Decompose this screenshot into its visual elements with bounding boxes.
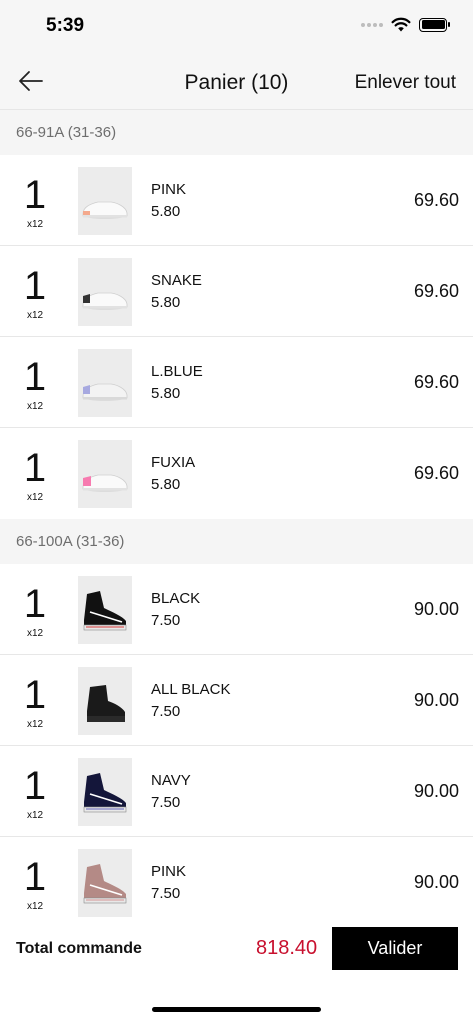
item-unit-price: 7.50 xyxy=(151,703,181,720)
item-total-price: 69.60 xyxy=(413,463,459,483)
item-quantity: 1 xyxy=(23,446,47,490)
cart-item[interactable]: 1 x12 PINK 5.80 69.60 xyxy=(0,155,473,246)
order-footer: Total commande 818.40 Valider xyxy=(0,918,473,1024)
item-unit-price: 7.50 xyxy=(151,794,181,811)
item-name: FUXIA xyxy=(151,454,196,471)
group-header: 66-91A (31-36) xyxy=(0,110,473,155)
battery-icon xyxy=(419,17,450,32)
item-quantity: 1 xyxy=(23,264,47,308)
clear-all-button[interactable]: Enlever tout xyxy=(355,72,456,94)
item-quantity: 1 xyxy=(23,673,47,717)
wifi-icon xyxy=(391,17,411,32)
item-total-price: 69.60 xyxy=(413,281,459,301)
item-total-price: 90.00 xyxy=(413,872,459,892)
product-image xyxy=(78,667,132,735)
cellular-signal-icon xyxy=(361,22,383,27)
item-pack-size: x12 xyxy=(26,810,44,821)
item-name: L.BLUE xyxy=(151,363,203,380)
cart-item[interactable]: 1 x12 ALL BLACK 7.50 90.00 xyxy=(0,655,473,746)
product-image xyxy=(78,440,132,508)
item-quantity: 1 xyxy=(23,355,47,399)
product-image xyxy=(78,167,132,235)
cart-list[interactable]: 66-91A (31-36) 1 x12 PINK 5.80 69.60 1 x… xyxy=(0,110,473,918)
item-pack-size: x12 xyxy=(26,310,44,321)
item-name: PINK xyxy=(151,181,187,198)
item-total-price: 69.60 xyxy=(413,190,459,210)
status-bar: 5:39 xyxy=(0,0,473,52)
item-name: BLACK xyxy=(151,590,201,607)
cart-item[interactable]: 1 x12 BLACK 7.50 90.00 xyxy=(0,564,473,655)
product-image xyxy=(78,758,132,826)
item-quantity: 1 xyxy=(23,173,47,217)
cart-item[interactable]: 1 x12 L.BLUE 5.80 69.60 xyxy=(0,337,473,428)
group-header: 66-100A (31-36) xyxy=(0,519,473,564)
cart-item[interactable]: 1 x12 PINK 7.50 90.00 xyxy=(0,837,473,918)
item-name: NAVY xyxy=(151,772,191,789)
item-quantity: 1 xyxy=(23,764,47,808)
item-total-price: 90.00 xyxy=(413,690,459,710)
item-unit-price: 5.80 xyxy=(151,385,181,402)
item-pack-size: x12 xyxy=(26,628,44,639)
item-unit-price: 7.50 xyxy=(151,612,181,629)
item-unit-price: 5.80 xyxy=(151,294,181,311)
item-pack-size: x12 xyxy=(26,401,44,412)
cart-item[interactable]: 1 x12 NAVY 7.50 90.00 xyxy=(0,746,473,837)
cart-item[interactable]: 1 x12 SNAKE 5.80 69.60 xyxy=(0,246,473,337)
item-total-price: 69.60 xyxy=(413,372,459,392)
item-pack-size: x12 xyxy=(26,901,44,912)
cart-item[interactable]: 1 x12 FUXIA 5.80 69.60 xyxy=(0,428,473,519)
item-pack-size: x12 xyxy=(26,219,44,230)
item-quantity: 1 xyxy=(23,855,47,899)
status-icons xyxy=(361,17,450,32)
item-total-price: 90.00 xyxy=(413,599,459,619)
home-indicator[interactable] xyxy=(152,1007,321,1012)
item-quantity: 1 xyxy=(23,582,47,626)
status-time: 5:39 xyxy=(46,15,85,36)
product-image xyxy=(78,258,132,326)
item-unit-price: 5.80 xyxy=(151,203,181,220)
product-image xyxy=(78,849,132,917)
item-name: SNAKE xyxy=(151,272,202,289)
product-image xyxy=(78,349,132,417)
validate-button[interactable]: Valider xyxy=(332,927,458,970)
item-name: PINK xyxy=(151,863,187,880)
product-image xyxy=(78,576,132,644)
item-pack-size: x12 xyxy=(26,719,44,730)
item-unit-price: 7.50 xyxy=(151,885,181,902)
item-total-price: 90.00 xyxy=(413,781,459,801)
total-label: Total commande xyxy=(16,940,142,957)
item-name: ALL BLACK xyxy=(151,681,231,698)
item-pack-size: x12 xyxy=(26,492,44,503)
nav-bar: Panier (10) Enlever tout xyxy=(0,52,473,110)
total-value: 818.40 xyxy=(256,937,318,959)
item-unit-price: 5.80 xyxy=(151,476,181,493)
